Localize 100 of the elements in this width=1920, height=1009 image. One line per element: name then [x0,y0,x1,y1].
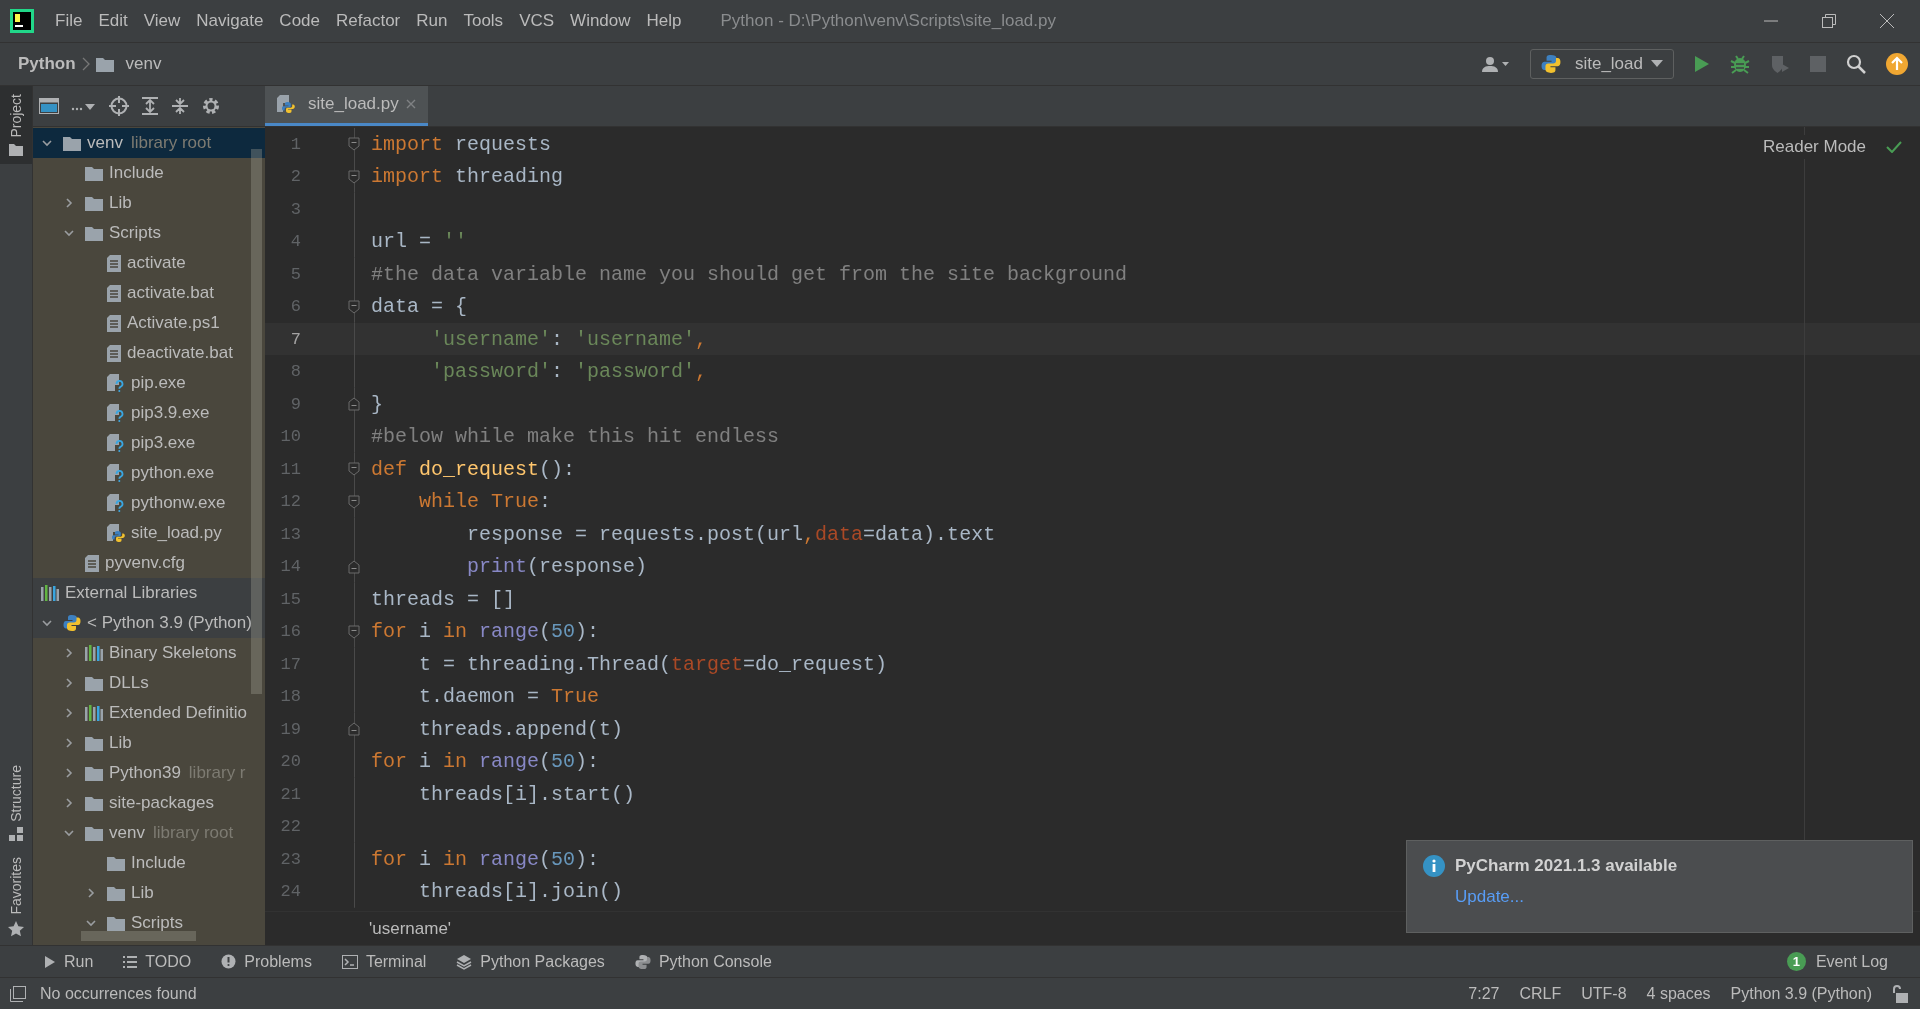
tree-row[interactable]: Scripts [33,218,265,248]
breadcrumb[interactable]: 'username' [369,918,452,939]
restore-icon[interactable] [1822,14,1836,28]
fold-marker-icon[interactable] [348,397,360,412]
status-item[interactable]: 7:27 [1468,984,1500,1003]
tree-row[interactable]: activate [33,248,265,278]
tool-window-button[interactable]: Python Packages [454,950,607,973]
tree-row[interactable]: python.exe [33,458,265,488]
tool-window-button[interactable]: Run [42,950,96,973]
tool-window-button[interactable]: Problems [219,950,314,973]
user-icon[interactable] [1481,56,1510,72]
tree-row[interactable]: Extended Definitio [33,698,265,728]
more-dropdown-icon[interactable] [71,101,97,111]
status-item[interactable]: 4 spaces [1646,984,1711,1003]
tree-row[interactable]: pip3.exe [33,428,265,458]
fold-marker-icon[interactable] [348,169,360,184]
unlocked-icon[interactable] [1892,984,1908,1003]
code-line: 'password': 'password', [430,360,708,384]
update-icon[interactable] [1886,53,1908,75]
breadcrumb-project[interactable]: Python [18,54,76,74]
menu-item[interactable]: Window [563,7,638,35]
menu-item[interactable]: Run [409,7,455,35]
reader-mode-button[interactable]: Reader Mode [1757,134,1872,159]
tree-row[interactable]: pyvenv.cfg [33,548,265,578]
breadcrumb-folder[interactable]: venv [125,54,162,74]
tree-row[interactable]: < Python 3.9 (Python) [33,608,265,638]
chevron-icon[interactable] [85,887,97,899]
collapse-all-icon[interactable] [171,97,189,115]
menu-item[interactable]: VCS [512,7,562,35]
menu-item[interactable]: Refactor [329,7,408,35]
menu-item[interactable]: Navigate [189,7,271,35]
bug-icon[interactable] [1730,54,1750,74]
chevron-icon[interactable] [63,767,75,779]
menu-item[interactable]: File [48,7,90,35]
chevron-icon[interactable] [85,917,97,929]
chevron-icon[interactable] [63,827,75,839]
fold-marker-icon[interactable] [348,722,360,737]
tree-row[interactable]: Activate.ps1 [33,308,265,338]
menu-item[interactable]: Tools [456,7,511,35]
status-item[interactable]: UTF-8 [1581,984,1627,1003]
fold-marker-icon[interactable] [348,559,360,574]
status-item[interactable]: Python 3.9 (Python) [1730,984,1872,1003]
tree-row[interactable]: External Libraries [33,578,265,608]
close-icon[interactable] [1880,14,1894,28]
fold-marker-icon[interactable] [348,462,360,477]
fold-marker-icon[interactable] [348,494,360,509]
chevron-icon[interactable] [63,197,75,209]
chevron-icon[interactable] [41,137,53,149]
chevron-icon[interactable] [63,707,75,719]
tree-item-label: site-packages [109,793,214,813]
tree-row[interactable]: Lib [33,878,265,908]
tool-window-tab[interactable]: Favorites [0,849,32,945]
tree-row[interactable]: activate.bat [33,278,265,308]
tree-row[interactable]: pythonw.exe [33,488,265,518]
chevron-icon[interactable] [63,647,75,659]
menu-item[interactable]: Edit [91,7,135,35]
window-icon[interactable] [39,98,59,114]
tree-row[interactable]: venv library root [33,128,265,158]
crosshair-icon[interactable] [109,96,129,116]
tree-row[interactable]: pip.exe [33,368,265,398]
fold-marker-icon[interactable] [348,137,360,152]
chevron-icon[interactable] [63,227,75,239]
fold-marker-icon[interactable] [348,624,360,639]
chevron-icon[interactable] [63,737,75,749]
tree-row[interactable]: Include [33,158,265,188]
settings-icon[interactable] [201,96,221,116]
search-icon[interactable] [1846,54,1866,74]
tree-row[interactable]: DLLs [33,668,265,698]
scrollbar-thumb[interactable] [251,149,262,694]
run-configuration-dropdown[interactable]: site_load [1529,49,1674,79]
chevron-icon[interactable] [63,677,75,689]
status-item[interactable]: CRLF [1519,984,1562,1003]
menu-item[interactable]: Help [639,7,689,35]
tree-row[interactable]: site-packages [33,788,265,818]
tool-window-button[interactable]: Python Console [632,950,774,973]
tree-row[interactable]: Include [33,848,265,878]
tree-row[interactable]: pip3.9.exe [33,398,265,428]
expand-all-icon[interactable] [141,97,159,115]
tree-row[interactable]: site_load.py [33,518,265,548]
tree-row[interactable]: Scripts [33,908,265,938]
tool-window-tab[interactable]: Project [0,86,32,164]
editor-tab[interactable]: site_load.py [265,86,428,126]
tool-window-button[interactable]: Terminal [339,950,429,973]
menu-item[interactable]: View [136,7,188,35]
warning-circle-icon [221,954,237,969]
scrollbar-thumb[interactable] [81,931,196,941]
chevron-icon[interactable] [63,797,75,809]
tool-window-tab[interactable]: Structure [0,756,32,850]
tree-row[interactable]: Binary Skeletons [33,638,265,668]
menu-item[interactable]: Code [272,7,327,35]
run-icon[interactable] [1694,55,1710,73]
event-log-button[interactable]: Event Log [1813,950,1890,973]
chevron-icon[interactable] [41,617,53,629]
panel-toggle-icon[interactable] [10,985,26,1002]
update-link[interactable]: Update... [1455,887,1524,907]
tree-row[interactable]: Lib [33,728,265,758]
tool-window-button[interactable]: TODO [121,950,194,973]
fold-marker-icon[interactable] [348,299,360,314]
tree-row[interactable]: Lib [33,188,265,218]
tree-row[interactable]: deactivate.bat [33,338,265,368]
